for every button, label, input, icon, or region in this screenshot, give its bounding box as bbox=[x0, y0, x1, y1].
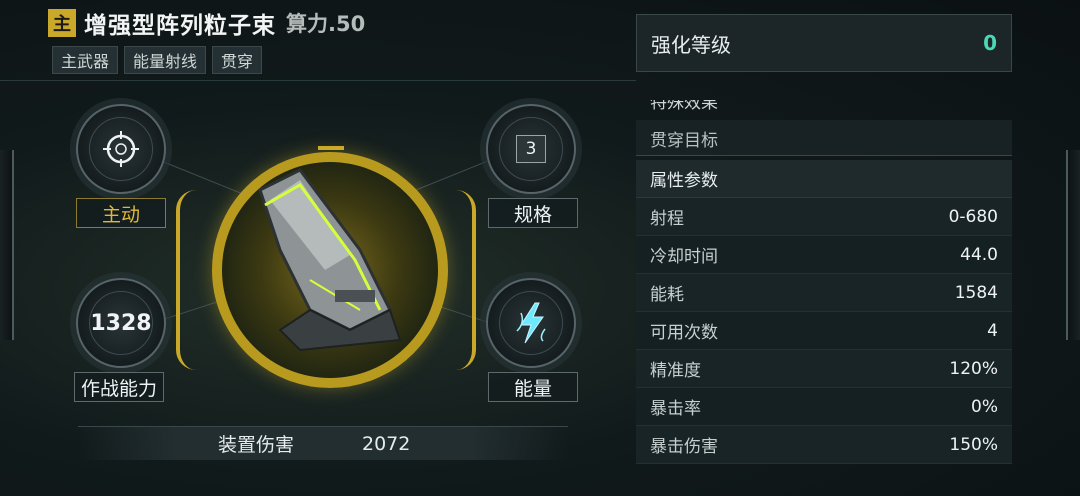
ring-arc-right bbox=[456, 190, 476, 370]
weapon-header: 主 增强型阵列粒子束 算力.50 bbox=[48, 6, 365, 40]
attribute-row: 射程 0-680 bbox=[636, 198, 1012, 236]
enhancement-value: 0 bbox=[983, 31, 997, 55]
attribute-value: 4 bbox=[987, 320, 998, 341]
spec-node[interactable]: 3 bbox=[486, 104, 576, 194]
enhancement-panel[interactable]: 强化等级 0 bbox=[636, 14, 1012, 72]
tag-pierce: 贯穿 bbox=[212, 46, 263, 74]
attribute-name: 暴击率 bbox=[650, 399, 701, 419]
attribute-name: 能耗 bbox=[650, 285, 684, 305]
node-inner bbox=[89, 117, 153, 181]
particle-beam-weapon-icon bbox=[258, 168, 402, 352]
lightning-icon bbox=[516, 302, 546, 344]
frame-edge-right bbox=[1066, 150, 1080, 340]
spec-label: 规格 bbox=[488, 198, 578, 228]
ring-tick bbox=[318, 146, 344, 150]
attribute-name: 冷却时间 bbox=[650, 247, 718, 267]
main-weapon-badge: 主 bbox=[48, 9, 76, 37]
active-label: 主动 bbox=[76, 198, 166, 228]
combat-power-node[interactable]: 1328 bbox=[76, 278, 166, 368]
attribute-value: 0-680 bbox=[948, 206, 998, 227]
attribute-value: 0% bbox=[971, 396, 998, 417]
node-inner: 3 bbox=[499, 117, 563, 181]
node-inner: 1328 bbox=[89, 291, 153, 355]
attribute-value: 120% bbox=[949, 358, 998, 379]
energy-node[interactable] bbox=[486, 278, 576, 368]
attribute-row: 暴击率 0% bbox=[636, 388, 1012, 426]
attribute-value: 44.0 bbox=[960, 244, 998, 265]
attribute-row: 可用次数 4 bbox=[636, 312, 1012, 350]
attribute-name: 可用次数 bbox=[650, 323, 718, 343]
attribute-row: 能耗 1584 bbox=[636, 274, 1012, 312]
special-effect-panel: 特殊效果 贯穿目标 bbox=[636, 100, 1012, 156]
attribute-panel[interactable]: 属性参数 射程 0-680 冷却时间 44.0 能耗 1584 可用次数 4 精… bbox=[636, 160, 1012, 464]
device-damage-value: 2072 bbox=[362, 432, 411, 455]
device-damage-label: 装置伤害 bbox=[218, 434, 295, 456]
device-damage-bar: 装置伤害 2072 bbox=[78, 426, 568, 460]
active-skill-node[interactable] bbox=[76, 104, 166, 194]
special-effect-title: 特殊效果 bbox=[650, 100, 718, 113]
attribute-row: 冷却时间 44.0 bbox=[636, 236, 1012, 274]
tag-energy-beam: 能量射线 bbox=[124, 46, 207, 74]
attribute-rows: 射程 0-680 冷却时间 44.0 能耗 1584 可用次数 4 精准度 12… bbox=[636, 198, 1012, 464]
attribute-value: 1584 bbox=[954, 282, 998, 303]
attribute-row: 暴击伤害 150% bbox=[636, 426, 1012, 464]
attribute-name: 暴击伤害 bbox=[650, 437, 718, 457]
attribute-row: 精准度 120% bbox=[636, 350, 1012, 388]
attribute-title: 属性参数 bbox=[636, 160, 1012, 198]
spec-value: 3 bbox=[516, 135, 546, 163]
attribute-value: 150% bbox=[949, 434, 998, 455]
enhancement-label: 强化等级 bbox=[651, 32, 731, 57]
weapon-power: 算力.50 bbox=[286, 12, 366, 36]
attribute-name: 精准度 bbox=[650, 361, 701, 381]
tag-main-weapon: 主武器 bbox=[52, 46, 119, 74]
crosshair-icon bbox=[103, 131, 139, 167]
energy-label: 能量 bbox=[488, 372, 578, 402]
combat-power-value: 1328 bbox=[90, 310, 152, 336]
weapon-name: 增强型阵列粒子束 bbox=[84, 13, 276, 39]
special-effect-row: 贯穿目标 bbox=[636, 120, 1012, 155]
frame-edge-left bbox=[0, 150, 14, 340]
combat-power-label: 作战能力 bbox=[74, 372, 164, 402]
node-inner bbox=[499, 291, 563, 355]
attribute-name: 射程 bbox=[650, 209, 684, 229]
weapon-tags: 主武器 能量射线 贯穿 bbox=[52, 46, 263, 74]
divider bbox=[0, 80, 636, 81]
ring-arc-left bbox=[176, 190, 196, 370]
